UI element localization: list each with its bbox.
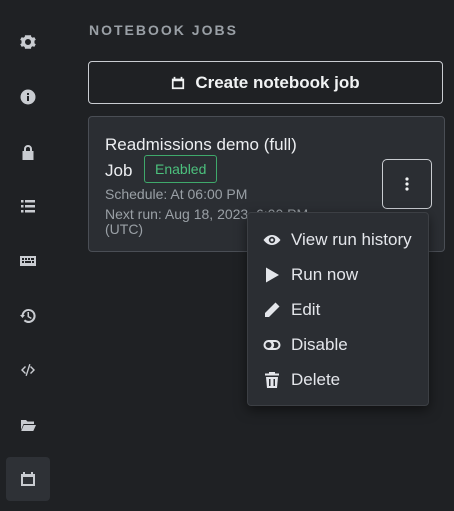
history-icon bbox=[20, 308, 36, 323]
job-title: Readmissions demo (full) bbox=[105, 135, 297, 154]
info-icon bbox=[20, 89, 36, 105]
status-badge: Enabled bbox=[144, 155, 218, 183]
calendar-icon bbox=[21, 472, 35, 486]
job-schedule: Schedule: At 06:00 PM bbox=[105, 186, 248, 202]
sidebar-item-settings[interactable] bbox=[6, 20, 50, 64]
eye-icon bbox=[263, 235, 281, 245]
folder-open-icon bbox=[20, 420, 36, 431]
job-actions-menu: View run history Run now Edit Disable De… bbox=[247, 212, 429, 406]
list-icon bbox=[21, 200, 35, 213]
sidebar-item-history[interactable] bbox=[6, 294, 50, 338]
play-icon bbox=[266, 267, 279, 283]
create-notebook-job-button[interactable]: Create notebook job bbox=[88, 61, 443, 104]
sidebar-item-keyboard[interactable] bbox=[6, 239, 50, 283]
calendar-icon bbox=[172, 76, 185, 89]
page-title: NOTEBOOK JOBS bbox=[89, 22, 238, 38]
sidebar-item-jobs[interactable] bbox=[6, 457, 50, 501]
sidebar-item-code[interactable] bbox=[6, 348, 50, 392]
pencil-icon bbox=[264, 302, 280, 318]
trash-icon bbox=[265, 372, 279, 388]
toggle-off-icon bbox=[263, 340, 281, 350]
keyboard-icon bbox=[20, 256, 36, 266]
sidebar-item-files[interactable] bbox=[6, 403, 50, 447]
menu-item-view-run-history[interactable]: View run history bbox=[248, 223, 428, 257]
gear-icon bbox=[20, 35, 36, 49]
menu-item-disable[interactable]: Disable bbox=[248, 328, 428, 362]
menu-item-edit[interactable]: Edit bbox=[248, 293, 428, 327]
job-timezone: (UTC) bbox=[105, 221, 144, 237]
sidebar-item-list[interactable] bbox=[6, 184, 50, 228]
menu-item-run-now[interactable]: Run now bbox=[248, 258, 428, 292]
job-actions-button[interactable] bbox=[382, 159, 432, 209]
lock-icon bbox=[22, 145, 34, 160]
create-button-label: Create notebook job bbox=[195, 72, 360, 92]
job-title-suffix: Job bbox=[105, 161, 133, 180]
sidebar-item-info[interactable] bbox=[6, 75, 50, 119]
more-vertical-icon bbox=[405, 177, 409, 191]
menu-item-delete[interactable]: Delete bbox=[248, 363, 428, 397]
code-icon bbox=[21, 364, 35, 376]
sidebar bbox=[0, 0, 56, 511]
sidebar-item-security[interactable] bbox=[6, 130, 50, 174]
